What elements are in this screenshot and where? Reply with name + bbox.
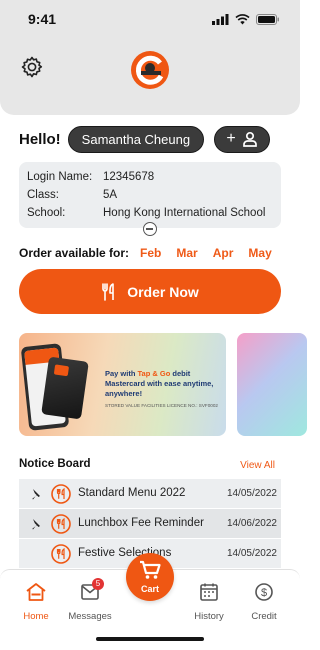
notice-date: 14/05/2022 — [226, 488, 277, 499]
month-apr[interactable]: Apr — [213, 246, 234, 260]
meal-icon — [51, 544, 71, 564]
month-may[interactable]: May — [248, 246, 271, 260]
status-time: 9:41 — [28, 11, 57, 27]
promo-banner-next[interactable] — [237, 333, 307, 436]
dollar-coin-icon: $ — [255, 583, 273, 601]
tab-credit[interactable]: $ Credit — [239, 582, 289, 622]
class-row: Class: 5A — [27, 186, 273, 204]
greeting-row: Hello! Samantha Cheung + — [19, 125, 281, 153]
school-row: School: Hong Kong International School — [27, 204, 273, 222]
meal-icon — [51, 484, 71, 504]
pin-icon — [32, 519, 40, 530]
notice-date: 14/06/2022 — [226, 518, 277, 529]
debit-card-illustration — [41, 356, 89, 420]
notice-title: Lunchbox Fee Reminder — [78, 517, 204, 529]
tab-home-label: Home — [23, 611, 49, 622]
meal-icon — [51, 514, 71, 534]
login-value: 12345678 — [103, 171, 155, 183]
messages-badge: 5 — [92, 578, 104, 590]
school-value: Hong Kong International School — [103, 207, 266, 219]
promo-text: Pay with Tap & Go debit Mastercard with … — [105, 369, 223, 399]
class-label: Class: — [27, 189, 59, 201]
battery-icon — [256, 14, 279, 25]
list-item[interactable]: Lunchbox Fee Reminder 14/06/2022 — [19, 509, 281, 539]
pin-icon — [32, 489, 40, 500]
cart-button[interactable]: Cart — [126, 553, 174, 601]
school-label: School: — [27, 207, 66, 219]
calendar-icon — [200, 583, 218, 601]
notice-title: Standard Menu 2022 — [78, 487, 186, 499]
greeting-text: Hello! — [19, 130, 61, 148]
cart-label: Cart — [140, 584, 159, 594]
cart-icon — [140, 560, 161, 579]
student-switcher[interactable]: Samantha Cheung — [67, 125, 205, 153]
tab-history[interactable]: History — [184, 582, 234, 622]
tab-history-label: History — [194, 611, 224, 622]
status-bar: 9:41 — [0, 0, 300, 40]
month-feb[interactable]: Feb — [140, 246, 161, 260]
notice-date: 14/05/2022 — [226, 548, 277, 559]
utensils-icon — [102, 282, 115, 301]
order-now-label: Order Now — [127, 283, 199, 300]
student-name: Samantha Cheung — [81, 131, 191, 147]
notice-board-title: Notice Board — [19, 458, 91, 470]
login-row: Login Name: 12345678 — [27, 168, 273, 186]
order-now-button[interactable]: Order Now — [19, 269, 281, 314]
list-item[interactable]: Standard Menu 2022 14/05/2022 — [19, 479, 281, 509]
promo-fine-print: STORED VALUE FACILITIES LICENCE NO.: SVF… — [105, 403, 218, 408]
status-icons — [212, 14, 280, 25]
promo-text-prefix: Pay with — [105, 369, 138, 378]
collapse-info-icon[interactable] — [143, 222, 157, 236]
month-mar[interactable]: Mar — [176, 246, 197, 260]
home-icon — [26, 583, 46, 601]
order-availability: Order available for: Feb Mar Apr May — [19, 245, 287, 261]
person-icon — [242, 131, 257, 147]
promo-text-brand: Tap & Go — [137, 369, 171, 378]
gear-icon[interactable] — [20, 55, 44, 79]
wifi-icon — [235, 14, 250, 25]
view-all-link[interactable]: View All — [240, 460, 275, 471]
tab-credit-label: Credit — [251, 611, 277, 622]
home-indicator — [96, 637, 204, 641]
login-label: Login Name: — [27, 171, 93, 183]
signal-icon — [212, 14, 229, 25]
add-student-button[interactable]: + — [214, 125, 271, 153]
tab-messages[interactable]: 5 Messages — [65, 578, 115, 622]
app-header: 9:41 — [0, 0, 300, 115]
tab-home[interactable]: Home — [11, 582, 61, 622]
svg-text:$: $ — [261, 587, 267, 599]
app-logo — [131, 51, 169, 89]
order-available-label: Order available for: — [19, 246, 130, 260]
student-info-card: Login Name: 12345678 Class: 5A School: H… — [19, 162, 281, 228]
plus-icon: + — [226, 130, 236, 147]
promo-banner[interactable]: Pay with Tap & Go debit Mastercard with … — [19, 333, 226, 436]
tab-messages-label: Messages — [68, 611, 112, 622]
class-value: 5A — [103, 189, 118, 201]
